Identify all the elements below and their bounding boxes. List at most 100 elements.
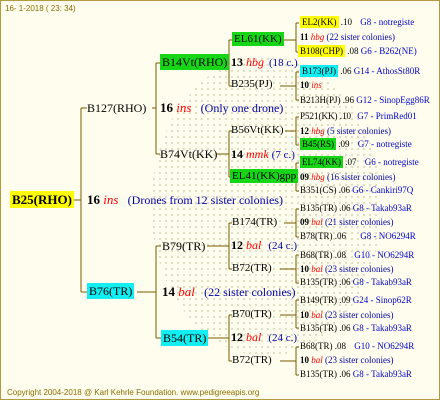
b72b-desc: (23 sister colonies) (325, 355, 394, 365)
g4-row: B149(TR) .09 G24 - Sinop62R (300, 296, 412, 305)
g4-val: .06 (339, 369, 351, 379)
g4-row: B351(CS) .06 G6 - Cankiri97Q (300, 186, 413, 195)
g4-note: G8 - Takab93aR (352, 277, 412, 287)
g4-name: B351(CS) (300, 185, 337, 195)
el41-name: EL41(KK)gpp (230, 169, 299, 183)
g4-val: .06 (339, 277, 351, 287)
g4-val: .06 (339, 203, 351, 213)
date-header: 16- 1-2018 ( 23: 34) (5, 4, 76, 13)
b14-generation: 13 hbg (18 c.) (231, 56, 298, 69)
pedigree-frame: 16- 1-2018 ( 23: 34) B25(RHO) 16 ins (Dr… (0, 0, 440, 400)
b14-desc: (18 c.) (269, 57, 298, 69)
g4-val: .96 (342, 95, 355, 105)
el41-num: 09 (300, 172, 309, 182)
node-b235: B235(PJ) (231, 79, 273, 90)
g4-val: .06 (340, 66, 352, 76)
b79-desc: (24 c.) (268, 240, 298, 252)
g4-name: P521(KK) (300, 111, 338, 121)
b14-num: 13 (231, 55, 243, 69)
g4-note: G14 - AthosSt80R (353, 66, 421, 76)
el61-num: 11 (300, 32, 309, 42)
b70-name: B70(TR) (232, 308, 272, 320)
g4-note: G8 - NO6294R (360, 231, 416, 241)
g4-val: .08 (334, 250, 346, 260)
b174-generation: 09 bal (21 sister colonies) (300, 218, 394, 227)
b76-generation: 14 bal (22 sister colonies) (162, 285, 295, 298)
node-b76: B76(TR) (87, 283, 135, 299)
b79-generation: 12 bal (24 c.) (231, 239, 297, 252)
root-desc: (Drones from 12 sister colonies) (127, 193, 283, 207)
g4-val: .06 (334, 231, 346, 241)
g4-note: G24 - Sinop62R (352, 295, 412, 305)
b54-ins: bal (246, 330, 262, 344)
el61-ins: hbg (310, 32, 325, 42)
g4-note: G8 - Takab93aR (352, 369, 412, 379)
g4-val: .10 (339, 111, 351, 121)
node-b56: B56Vt(KK) (231, 125, 284, 136)
b76-ins: bal (178, 284, 195, 299)
g4-val: .08 (334, 341, 346, 351)
b235-ins: ins (311, 80, 322, 90)
g4-note: G6 - notregiste (364, 157, 419, 167)
g4-name: B213H(PJ) (300, 95, 341, 105)
g4-row: B135(TR) .06 G8 - Takab93aR (300, 370, 412, 379)
g4-name: B108(CHP) (298, 45, 346, 57)
b54-name: B54(TR) (161, 330, 209, 346)
b72b-num: 10 (300, 355, 309, 365)
node-b174: B174(TR) (232, 217, 277, 228)
el41-ins: hbg (311, 172, 325, 182)
b127-name: B127(RHO) (87, 101, 147, 115)
node-b79: B79(TR) (162, 240, 205, 252)
el61-name: EL61(KK) (232, 32, 284, 46)
b74-generation: 14 mmk (7 c.) (231, 148, 295, 161)
b14-name: B14Vt(RHO) (160, 54, 230, 70)
g4-row: B135(TR) .06 G8 - Takab93aR (300, 278, 412, 287)
b72a-name: B72(TR) (232, 262, 272, 274)
g4-val: .10 (340, 17, 352, 27)
g4-note: G6 - B262(NE) (360, 46, 417, 56)
g4-name: EL74(KK) (300, 156, 343, 168)
g4-val: .09 (338, 139, 350, 149)
g4-name: EL2(KK) (300, 16, 339, 28)
b127-ins: ins (176, 100, 192, 115)
g4-name: B135(TR) (300, 277, 337, 287)
g4-row: B68(TR) .08 G10 - NO6294R (300, 251, 414, 260)
g4-row: B78(TR) .06 G8 - NO6294R (300, 232, 416, 241)
g4-note: G6 - Cankiri97Q (352, 185, 414, 195)
g4-note: G7 - PrimRed01 (357, 111, 417, 121)
g4-val: .06 (339, 323, 351, 333)
node-b127: B127(RHO) (87, 102, 146, 114)
g4-name: B68(TR) (300, 341, 333, 351)
node-b14: B14Vt(RHO) (160, 54, 230, 70)
b56-num: 12 (300, 126, 309, 136)
b56-ins: hbg (311, 126, 325, 136)
b54-desc: (24 c.) (268, 332, 298, 344)
el41-desc: (16 sister colonies) (327, 172, 396, 182)
g4-note: G8 - notregiste (360, 17, 415, 27)
b174-ins: bal (311, 217, 323, 227)
node-b54: B54(TR) (161, 330, 209, 346)
g4-note: G7 - notregiste (357, 139, 412, 149)
b76-desc: (22 sister colonies) (204, 285, 296, 299)
node-el61: EL61(KK) (232, 32, 284, 46)
b72b-generation: 10 bal (23 sister colonies) (300, 356, 394, 365)
b14-ins: hbg (246, 55, 264, 69)
root-gen-ins: ins (103, 192, 119, 207)
g4-val: .08 (347, 46, 359, 56)
g4-name: B135(TR) (300, 323, 337, 333)
b174-num: 09 (300, 217, 309, 227)
g4-val: .07 (345, 157, 357, 167)
b235-num: 10 (300, 80, 309, 90)
b79-ins: bal (246, 238, 262, 252)
g4-val: .09 (339, 295, 351, 305)
copyright-footer: Copyright 2004-2018 @ Karl Kehrle Founda… (7, 388, 260, 397)
node-el41: EL41(KK)gpp (230, 169, 299, 183)
g4-row: P521(KK) .10 G7 - PrimRed01 (300, 112, 417, 121)
b127-generation: 16 ins (Only one drone) (160, 101, 283, 114)
g4-row: B68(TR) .08 G10 - NO6294R (300, 342, 414, 351)
node-b74: B74Vt(KK) (160, 148, 217, 160)
root-generation: 16 ins (Drones from 12 sister colonies) (87, 193, 283, 206)
b56-generation: 12 hbg (5 sister colonies) (300, 127, 391, 136)
g4-note: G8 - Takab93aR (352, 203, 412, 213)
root-gen-num: 16 (87, 192, 100, 207)
